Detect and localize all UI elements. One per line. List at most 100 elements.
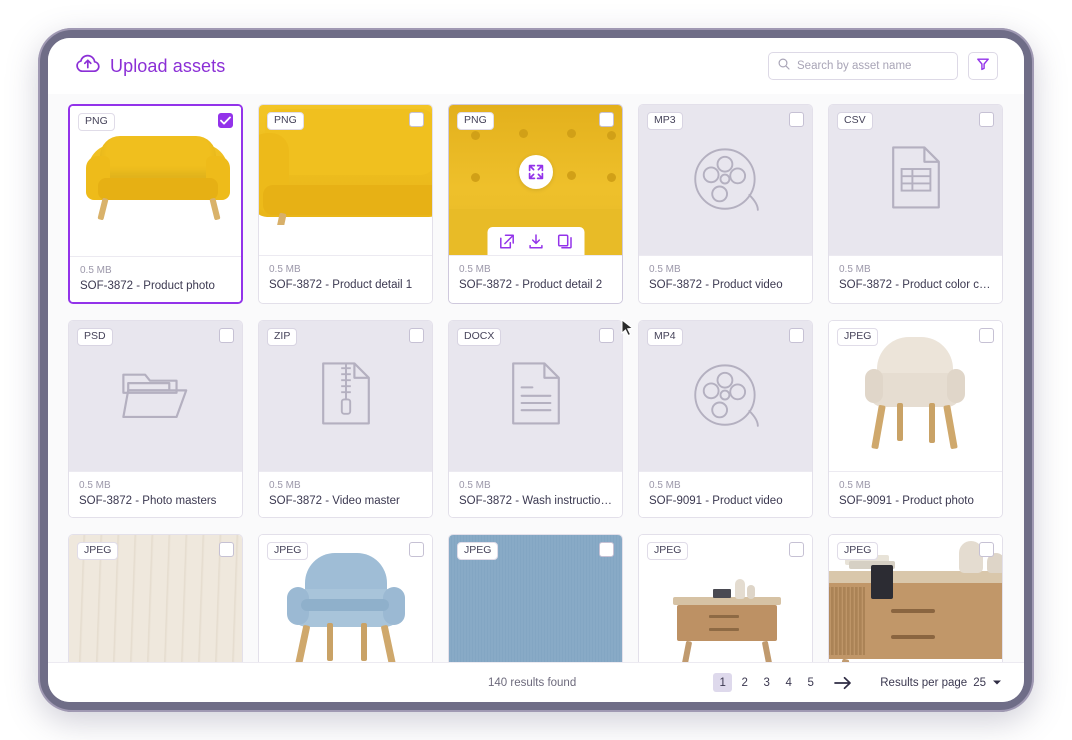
cloud-upload-icon [76, 54, 100, 78]
asset-name: SOF-9091 - Product photo [839, 495, 992, 507]
asset-thumbnail: MP4 [639, 321, 812, 471]
film-reel-icon [687, 359, 765, 434]
asset-size: 0.5 MB [649, 480, 802, 491]
asset-name: SOF-3872 - Photo masters [79, 495, 232, 507]
asset-checkbox[interactable] [409, 328, 424, 343]
search-input[interactable] [797, 60, 948, 72]
file-type-badge: JPEG [77, 542, 118, 560]
asset-size: 0.5 MB [269, 480, 422, 491]
file-type-badge: PNG [78, 113, 115, 131]
asset-card[interactable]: DOCX0.5 MBSOF-3872 - Wash instructions [448, 320, 623, 518]
file-type-badge: ZIP [267, 328, 297, 346]
header-actions [768, 52, 998, 80]
results-per-page[interactable]: Results per page 25 [880, 677, 1002, 689]
page-number-5[interactable]: 5 [801, 673, 820, 692]
asset-card[interactable]: PNG 0.5 MB SOF-3872 - Product photo [68, 104, 243, 304]
page-number-2[interactable]: 2 [735, 673, 754, 692]
asset-checkbox[interactable] [789, 112, 804, 127]
file-type-badge: JPEG [457, 542, 498, 560]
page-number-1[interactable]: 1 [713, 673, 732, 692]
asset-meta: 0.5 MBSOF-3872 - Video master [259, 471, 432, 517]
asset-checkbox[interactable] [599, 112, 614, 127]
page-number-list: 12345 [713, 673, 820, 692]
asset-thumbnail: JPEG [829, 535, 1002, 662]
asset-checkbox[interactable] [789, 542, 804, 557]
asset-checkbox[interactable] [979, 328, 994, 343]
asset-name: SOF-3872 - Product detail 2 [459, 279, 612, 291]
asset-size: 0.5 MB [80, 265, 231, 276]
asset-card[interactable]: JPEG [68, 534, 243, 662]
download-icon[interactable] [528, 234, 543, 249]
asset-card[interactable]: PNG0.5 MBSOF-3872 - Product detail 2 [448, 104, 623, 304]
search-box[interactable] [768, 52, 958, 80]
asset-meta: 0.5 MBSOF-9091 - Product video [639, 471, 812, 517]
asset-checkbox[interactable] [979, 542, 994, 557]
expand-icon[interactable] [519, 155, 553, 189]
file-type-badge: JPEG [837, 542, 878, 560]
search-icon [778, 57, 790, 75]
asset-checkbox[interactable] [409, 542, 424, 557]
asset-checkbox-checked[interactable] [218, 113, 233, 128]
asset-meta: 0.5 MB SOF-3872 - Photo masters [69, 471, 242, 517]
asset-checkbox[interactable] [789, 328, 804, 343]
asset-card[interactable]: JPEG [828, 534, 1003, 662]
file-type-badge: PNG [457, 112, 494, 130]
asset-card[interactable]: JPEG 0.5 MB SOF-9091 - Product photo [828, 320, 1003, 518]
external-link-icon[interactable] [499, 234, 514, 249]
asset-size: 0.5 MB [839, 480, 992, 491]
results-per-page-value: 25 [973, 677, 986, 689]
asset-thumbnail: ZIP [259, 321, 432, 471]
caret-down-icon[interactable] [992, 679, 1002, 686]
pagination: 12345 Results per page 25 [713, 673, 1002, 692]
asset-thumbnail: PNG [70, 106, 241, 256]
asset-checkbox[interactable] [219, 542, 234, 557]
page-title: Upload assets [110, 56, 225, 77]
asset-checkbox[interactable] [409, 112, 424, 127]
asset-meta: 0.5 MBSOF-3872 - Product video [639, 255, 812, 301]
asset-card[interactable]: PNG 0.5 MB SOF-3872 - Product detail 1 [258, 104, 433, 304]
asset-checkbox[interactable] [219, 328, 234, 343]
asset-thumbnail: PNG [449, 105, 622, 255]
file-type-badge: DOCX [457, 328, 501, 346]
asset-card[interactable]: ZIP 0.5 MBSOF-3872 - Video master [258, 320, 433, 518]
asset-grid-scroll[interactable]: PNG0.5 MBSOF-3872 - Product photoPNG0.5 … [48, 94, 1024, 662]
asset-thumbnail: MP3 [639, 105, 812, 255]
asset-card[interactable]: JPEG [448, 534, 623, 662]
page-number-4[interactable]: 4 [779, 673, 798, 692]
asset-card[interactable]: MP40.5 MBSOF-9091 - Product video [638, 320, 813, 518]
asset-card[interactable]: MP3 0.5 MBSOF-3872 - Product video [638, 104, 813, 304]
table-document-icon [885, 145, 947, 216]
asset-name: SOF-3872 - Product detail 1 [269, 279, 422, 291]
page-title-group: Upload assets [76, 54, 225, 78]
asset-name: SOF-3872 - Product photo [80, 280, 231, 292]
asset-checkbox[interactable] [979, 112, 994, 127]
asset-checkbox[interactable] [599, 542, 614, 557]
asset-thumbnail: PSD [69, 321, 242, 471]
asset-thumbnail: JPEG [639, 535, 812, 662]
asset-action-bar [487, 227, 584, 255]
asset-size: 0.5 MB [269, 264, 422, 275]
file-type-badge: PNG [267, 112, 304, 130]
asset-size: 0.5 MB [649, 264, 802, 275]
app-header: Upload assets [48, 38, 1024, 94]
filter-button[interactable] [968, 52, 998, 80]
filter-icon [976, 57, 990, 76]
page-number-3[interactable]: 3 [757, 673, 776, 692]
file-type-badge: JPEG [837, 328, 878, 346]
copy-icon[interactable] [557, 234, 572, 249]
asset-card[interactable]: JPEG [258, 534, 433, 662]
arrow-right-icon[interactable] [833, 676, 853, 690]
asset-grid: PNG0.5 MBSOF-3872 - Product photoPNG0.5 … [68, 104, 1004, 662]
asset-thumbnail: JPEG [69, 535, 242, 662]
file-type-badge: PSD [77, 328, 113, 346]
asset-card[interactable]: JPEG [638, 534, 813, 662]
asset-size: 0.5 MB [79, 480, 232, 491]
asset-checkbox[interactable] [599, 328, 614, 343]
asset-card[interactable]: CSV0.5 MBSOF-3872 - Product color coding [828, 104, 1003, 304]
asset-meta: 0.5 MB SOF-3872 - Product detail 1 [259, 255, 432, 301]
asset-thumbnail: JPEG [259, 535, 432, 662]
asset-size: 0.5 MB [839, 264, 992, 275]
asset-card[interactable]: PSD 0.5 MB SOF-3872 - Photo masters [68, 320, 243, 518]
file-type-badge: MP3 [647, 112, 683, 130]
text-document-icon [505, 361, 567, 432]
